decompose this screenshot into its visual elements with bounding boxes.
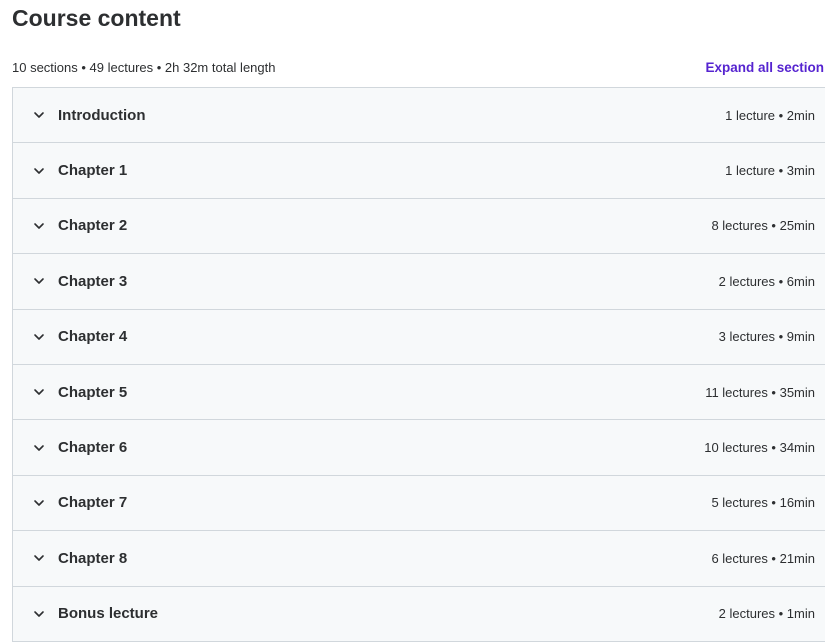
section-title: Bonus lecture [58, 605, 159, 623]
section-meta: 2 lectures • 6min [718, 273, 815, 289]
section-meta: 2 lectures • 1min [718, 606, 815, 622]
section-row-chapter-5[interactable]: Chapter 5 11 lectures • 35min [13, 364, 825, 421]
section-title: Chapter 2 [58, 217, 128, 235]
chevron-down-icon [33, 275, 45, 287]
section-row-chapter-1[interactable]: Chapter 1 1 lecture • 3min [13, 143, 825, 199]
page-title: Course content [12, 5, 181, 31]
section-row-introduction[interactable]: Introduction 1 lecture • 2min [13, 88, 825, 144]
section-row-chapter-3[interactable]: Chapter 3 2 lectures • 6min [13, 254, 825, 310]
chevron-down-icon [33, 109, 45, 121]
section-title: Introduction [58, 106, 146, 124]
chevron-down-icon [33, 220, 45, 232]
section-title: Chapter 7 [58, 494, 128, 512]
section-meta: 5 lectures • 16min [711, 495, 815, 511]
section-meta: 3 lectures • 9min [718, 329, 815, 345]
section-meta: 6 lectures • 21min [711, 550, 815, 566]
section-meta: 1 lecture • 3min [725, 163, 815, 179]
course-content-panel: Course content 10 sections • 49 lectures… [0, 0, 825, 642]
section-meta: 8 lectures • 25min [711, 218, 815, 234]
section-meta: 11 lectures • 35min [705, 384, 815, 400]
chevron-down-icon [33, 497, 45, 509]
section-title: Chapter 1 [58, 162, 128, 180]
section-row-chapter-8[interactable]: Chapter 8 6 lectures • 21min [13, 531, 825, 587]
chevron-down-icon [33, 165, 45, 177]
course-summary: 10 sections • 49 lectures • 2h 32m total… [12, 59, 276, 75]
section-row-chapter-6[interactable]: Chapter 6 10 lectures • 34min [13, 420, 825, 476]
section-meta: 1 lecture • 2min [725, 107, 815, 123]
section-meta: 10 lectures • 34min [704, 440, 815, 456]
chevron-down-icon [33, 442, 45, 454]
chevron-down-icon [33, 386, 45, 398]
expand-all-sections-button[interactable]: Expand all section [705, 60, 825, 75]
chevron-down-icon [33, 552, 45, 564]
section-title: Chapter 6 [58, 439, 128, 457]
section-row-chapter-2[interactable]: Chapter 2 8 lectures • 25min [13, 198, 825, 255]
section-row-chapter-4[interactable]: Chapter 4 3 lectures • 9min [13, 309, 825, 365]
section-title: Chapter 3 [58, 272, 128, 290]
section-title: Chapter 8 [58, 549, 128, 567]
section-title: Chapter 5 [58, 383, 128, 401]
section-row-bonus-lecture[interactable]: Bonus lecture 2 lectures • 1min [13, 586, 825, 642]
chevron-down-icon [33, 608, 45, 620]
section-title: Chapter 4 [58, 328, 128, 346]
section-row-chapter-7[interactable]: Chapter 7 5 lectures • 16min [13, 475, 825, 532]
course-summary-row: 10 sections • 49 lectures • 2h 32m total… [12, 57, 825, 77]
sections-accordion: Introduction 1 lecture • 2min Chapter 1 … [12, 87, 825, 642]
chevron-down-icon [33, 331, 45, 343]
